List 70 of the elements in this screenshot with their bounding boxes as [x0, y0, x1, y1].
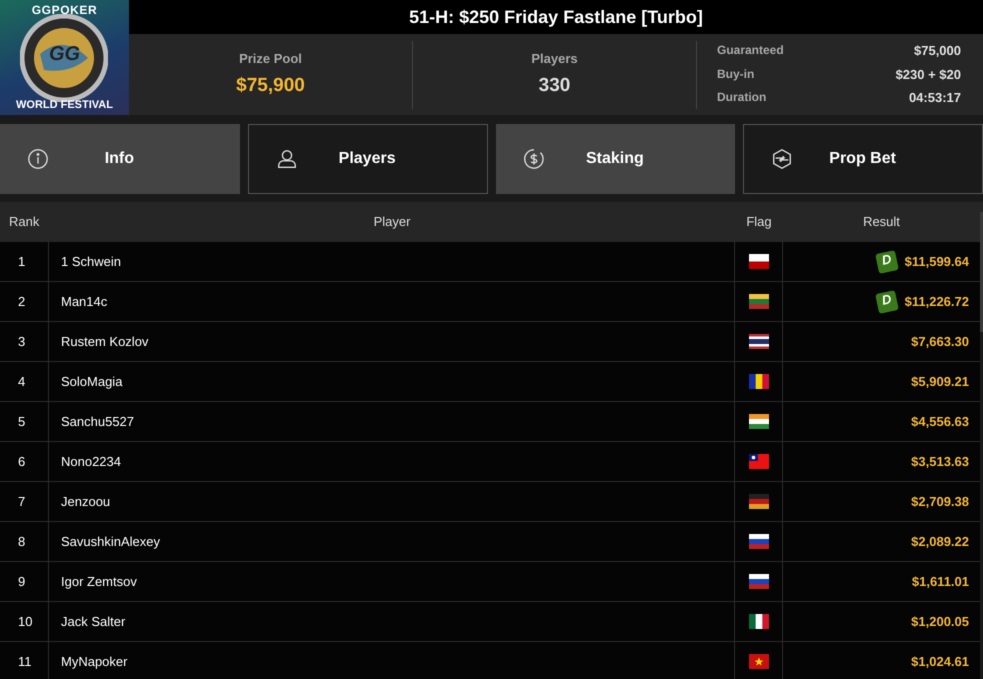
rank-cell: 2	[0, 282, 49, 321]
column-header: Result	[862, 213, 901, 232]
flag-icon	[748, 374, 768, 389]
player-name: Nono2234	[49, 442, 735, 481]
player-name: Jack Salter	[49, 602, 735, 641]
player-name: SavushkinAlexey	[49, 522, 735, 561]
player-name: 1 Schwein	[49, 242, 735, 281]
detail-value: 04:53:17	[908, 89, 961, 108]
rank-cell: 11	[0, 642, 49, 679]
player-name: Igor Zemtsov	[49, 562, 735, 601]
result-amount: $2,709.38	[911, 492, 969, 511]
result-amount: $1,024.61	[911, 652, 969, 671]
hexagon-bolt-icon	[771, 148, 794, 170]
rank-cell: 9	[0, 562, 49, 601]
flag-icon	[748, 534, 768, 549]
flag-icon	[748, 294, 768, 309]
result-amount: $1,611.01	[912, 572, 969, 591]
info-icon	[27, 148, 49, 170]
flag-icon	[748, 454, 768, 469]
player-name: Jenzoou	[49, 482, 735, 521]
rank-cell: 7	[0, 482, 49, 521]
result-amount: $1,200.05	[911, 612, 969, 631]
flag-icon	[748, 414, 768, 429]
result-amount: $4,556.63	[911, 412, 969, 431]
result-amount: $5,909.21	[911, 372, 969, 391]
detail-value: $230 + $20	[896, 66, 961, 84]
rank-cell: 8	[0, 522, 49, 561]
player-name: Sanchu5527	[49, 402, 735, 441]
tab[interactable]: Prop Bet	[743, 124, 983, 194]
flag-icon	[748, 254, 768, 269]
flag-icon	[748, 334, 768, 349]
result-amount: $11,226.72	[904, 292, 969, 311]
person-icon	[276, 148, 298, 170]
rank-cell: 6	[0, 442, 49, 481]
stat-value: 330	[538, 74, 570, 98]
flag-icon	[748, 574, 768, 589]
detail-value: $75,000	[914, 42, 961, 60]
rank-cell: 4	[0, 362, 49, 401]
column-header: Player	[372, 213, 412, 232]
rank-cell: 5	[0, 402, 49, 441]
rank-cell: 10	[0, 602, 49, 641]
deal-badge: D	[874, 290, 898, 314]
detail-label: Guaranteed	[717, 42, 784, 60]
result-amount: $2,089.22	[911, 532, 969, 551]
flag-icon	[748, 654, 768, 669]
player-name: Man14c	[49, 282, 735, 321]
result-amount: $7,663.30	[911, 332, 969, 351]
rank-cell: 1	[0, 242, 49, 281]
stat-label: Players	[531, 50, 578, 68]
tab[interactable]: Players	[248, 124, 488, 194]
logo: GGPOKER GG WORLD FESTIVAL	[0, 0, 129, 115]
flag-icon	[748, 614, 768, 629]
detail-label: Duration	[717, 89, 766, 106]
result-amount: $11,599.64	[904, 252, 969, 271]
player-name: MyNapoker	[49, 642, 735, 679]
dollar-coin-icon	[522, 148, 544, 170]
tab[interactable]: Info	[0, 124, 240, 194]
flag-icon	[748, 494, 768, 509]
rank-cell: 3	[0, 322, 49, 361]
tournament-title: 51-H: $250 Friday Fastlane [Turbo]	[409, 6, 703, 29]
column-header: Flag	[745, 213, 773, 232]
player-name: Rustem Kozlov	[49, 322, 735, 361]
tab[interactable]: Staking	[496, 124, 736, 194]
detail-label: Buy-in	[717, 66, 754, 83]
stat-value: $75,900	[236, 74, 305, 98]
player-name: SoloMagia	[49, 362, 735, 401]
deal-badge: D	[874, 250, 898, 274]
column-header: Rank	[8, 213, 40, 232]
result-amount: $3,513.63	[911, 452, 969, 471]
stat-label: Prize Pool	[239, 50, 302, 68]
